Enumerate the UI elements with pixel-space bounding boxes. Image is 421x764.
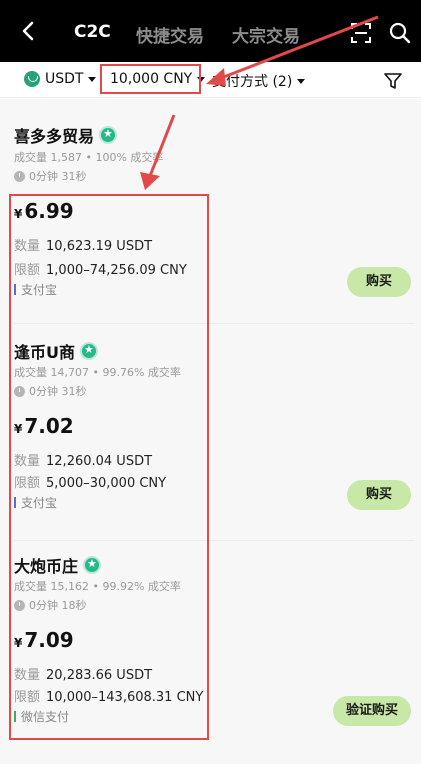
annotation-highlight-box — [9, 194, 209, 740]
time-text: 0分钟 31秒 — [29, 170, 87, 183]
avg-release-time: 0分钟 31秒 — [14, 168, 87, 184]
annotation-highlight-box — [100, 64, 201, 94]
search-icon[interactable] — [389, 22, 411, 44]
merchant-name-row[interactable]: 喜多多贸易 — [14, 123, 118, 147]
buy-button[interactable]: 购买 — [347, 267, 411, 297]
coin-filter-label: USDT — [45, 71, 84, 87]
scan-icon[interactable] — [350, 22, 372, 44]
payment-method-filter[interactable]: 支付方式 (2) — [212, 71, 306, 91]
payment-filter-label: 支付方式 (2) — [212, 74, 293, 90]
chevron-down-icon — [88, 76, 97, 82]
top-nav-bar: C2C 快捷交易 大宗交易 — [0, 0, 421, 62]
chevron-down-icon — [297, 78, 306, 84]
tab-quick-trade[interactable]: 快捷交易 — [136, 22, 204, 47]
filter-bar: USDT 10,000 CNY 支付方式 (2) — [0, 62, 421, 98]
filter-funnel-icon[interactable] — [384, 72, 402, 90]
merchant-stats: 成交量 1,587 • 100% 成交率 — [14, 151, 164, 164]
back-arrow-icon[interactable] — [18, 20, 40, 42]
coin-filter[interactable]: USDT — [24, 71, 97, 87]
tab-block-trade[interactable]: 大宗交易 — [232, 22, 300, 47]
clock-icon — [14, 170, 25, 182]
verify-buy-button[interactable]: 验证购买 — [333, 696, 411, 726]
usdt-coin-icon — [24, 71, 40, 87]
tab-c2c[interactable]: C2C — [74, 22, 111, 42]
verified-badge-icon — [99, 126, 118, 144]
merchant-name: 喜多多贸易 — [14, 127, 95, 146]
buy-button[interactable]: 购买 — [347, 480, 411, 510]
